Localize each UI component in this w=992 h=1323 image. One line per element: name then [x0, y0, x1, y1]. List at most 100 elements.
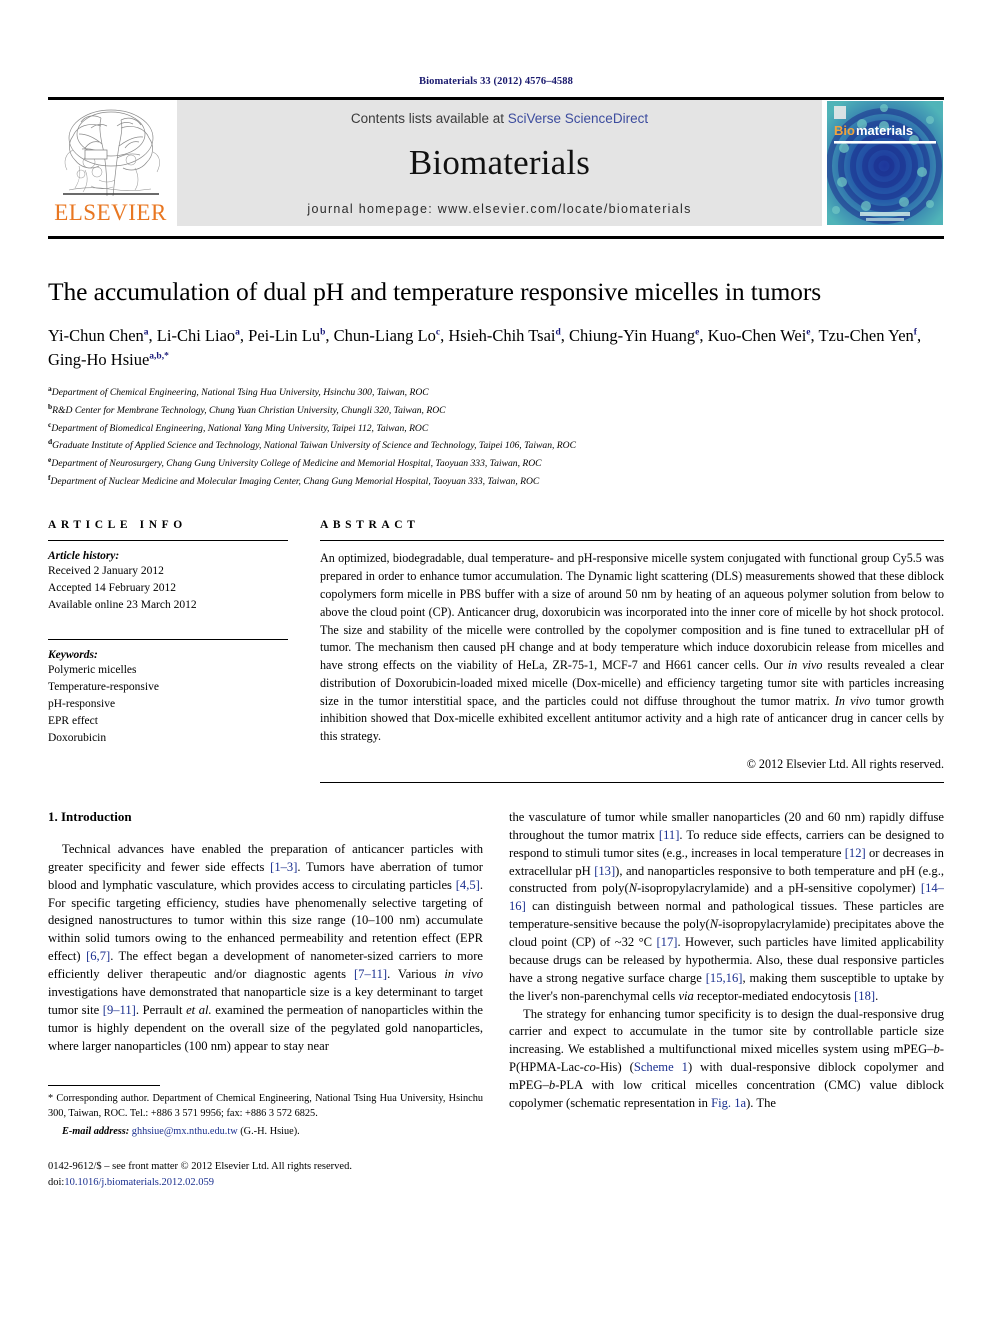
affiliation-item: bR&D Center for Membrane Technology, Chu… [48, 401, 944, 419]
t: receptor-mediated endocytosis [693, 988, 855, 1003]
abstract-italic-1: in vivo [787, 658, 823, 673]
scheme-ref[interactable]: Scheme 1 [634, 1060, 688, 1074]
body-left-column: 1. Introduction Technical advances have … [48, 809, 483, 1191]
article-history-accepted: Accepted 14 February 2012 [48, 582, 177, 595]
abstract-copyright: © 2012 Elsevier Ltd. All rights reserved… [746, 756, 944, 771]
abstract-italic-2: In vivo [834, 693, 871, 708]
keyword-item: Doxorubicin [48, 731, 107, 744]
author-affiliation-marker: a [235, 327, 240, 338]
author-affiliation-marker: a [143, 327, 149, 338]
sciencedirect-link[interactable]: SciVerse ScienceDirect [508, 111, 648, 126]
elsevier-tree-icon [54, 104, 167, 200]
abstract-text: An optimized, biodegradable, dual temper… [320, 550, 944, 745]
author-name: Tzu-Chen Yen [818, 326, 914, 346]
t: . Various [387, 967, 445, 982]
affiliation-list: aDepartment of Chemical Engineering, Nat… [48, 383, 944, 489]
email-owner: (G.-H. Hsiue). [237, 1126, 300, 1138]
journal-banner: Contents lists available at SciVerse Sci… [177, 100, 822, 226]
t: ). The [746, 1095, 776, 1110]
t: N [628, 881, 638, 896]
affiliation-text: Department of Nuclear Medicine and Molec… [50, 475, 540, 487]
intro-paragraph-right-1: the vasculature of tumor while smaller n… [509, 809, 944, 1006]
title-block: The accumulation of dual pH and temperat… [48, 239, 944, 489]
citation-ref[interactable]: [9–11] [103, 1003, 136, 1017]
keyword-item: Temperature-responsive [48, 681, 159, 694]
article-page: Biomaterials 33 (2012) 4576–4588 ELSEVIE… [48, 0, 944, 1323]
keyword-item: EPR effect [48, 714, 98, 727]
article-info-column: ARTICLE INFO Article history: Received 2… [48, 519, 288, 782]
citation-ref[interactable]: [15,16] [706, 971, 743, 985]
t: et al. [186, 1002, 212, 1017]
body-columns: 1. Introduction Technical advances have … [48, 809, 944, 1191]
citation-ref[interactable]: [13] [594, 864, 615, 878]
footnote-block: * Corresponding author. Department of Ch… [48, 1085, 483, 1190]
elsevier-wordmark: ELSEVIER [54, 200, 167, 225]
citation-ref[interactable]: [12] [845, 846, 866, 860]
svg-text:Bio: Bio [834, 123, 855, 138]
email-note: E-mail address: ghhsiue@mx.nthu.edu.tw (… [48, 1125, 483, 1140]
t: -His) ( [595, 1060, 634, 1075]
citation-ref[interactable]: [17] [656, 935, 677, 949]
author-name: Hsieh-Chih Tsai [448, 326, 556, 346]
t: The strategy for enhancing tumor specifi… [509, 1006, 944, 1057]
keyword-item: pH-responsive [48, 697, 116, 710]
article-info-rule [48, 540, 288, 542]
article-info-heading: ARTICLE INFO [48, 519, 187, 532]
citation-ref[interactable]: [6,7] [86, 949, 110, 963]
citation-ref[interactable]: [4,5] [456, 878, 480, 892]
journal-title: Biomaterials [408, 142, 591, 182]
doi-prefix: doi: [48, 1176, 65, 1188]
affiliation-text: Department of Neurosurgery, Chang Gung U… [51, 458, 542, 470]
journal-cover-thumbnail[interactable]: Bio materials [826, 100, 944, 226]
article-history-received: Received 2 January 2012 [48, 565, 164, 578]
intro-paragraph-left: Technical advances have enabled the prep… [48, 841, 483, 1056]
abstract-end-rule [320, 781, 944, 783]
affiliation-text: Graduate Institute of Applied Science an… [52, 440, 576, 452]
author-name: Yi-Chun Chen [48, 326, 144, 346]
affiliation-item: fDepartment of Nuclear Medicine and Mole… [48, 472, 944, 490]
author-affiliation-marker: d [555, 327, 561, 338]
journal-masthead: ELSEVIER Contents lists available at Sci… [48, 100, 944, 226]
citation-ref[interactable]: [18] [854, 989, 875, 1003]
keywords-label: Keywords: [48, 649, 98, 662]
citation-ref[interactable]: [11] [659, 828, 680, 842]
author-name: Ging-Ho Hsiue [48, 349, 150, 369]
author-name: Li-Chi Liao [156, 326, 236, 346]
figure-ref[interactable]: Fig. 1a [711, 1096, 746, 1110]
journal-homepage-link[interactable]: journal homepage: www.elsevier.com/locat… [307, 202, 691, 216]
imprint-line: 0142-9612/$ – see front matter © 2012 El… [48, 1161, 352, 1173]
keyword-item: Polymeric micelles [48, 664, 137, 677]
t: N [709, 917, 719, 932]
author-affiliation-marker: c [435, 327, 441, 338]
author-name: Chun-Liang Lo [333, 326, 436, 346]
author-name: Chiung-Yin Huang [569, 326, 696, 346]
running-head: Biomaterials 33 (2012) 4576–4588 [419, 76, 573, 87]
affiliation-text: Department of Chemical Engineering, Nati… [51, 387, 429, 399]
t: in vivo [444, 967, 483, 982]
affiliation-item: eDepartment of Neurosurgery, Chang Gung … [48, 454, 944, 472]
author-affiliation-marker: e [695, 327, 700, 338]
article-history-online: Available online 23 March 2012 [48, 599, 197, 612]
author-affiliation-marker: b [320, 327, 326, 338]
body-right-column: the vasculature of tumor while smaller n… [509, 809, 944, 1191]
affiliation-text: R&D Center for Membrane Technology, Chun… [52, 405, 446, 417]
affiliation-item: aDepartment of Chemical Engineering, Nat… [48, 383, 944, 401]
affiliation-item: dGraduate Institute of Applied Science a… [48, 436, 944, 454]
svg-text:materials: materials [856, 123, 913, 138]
citation-ref[interactable]: [7–11] [354, 967, 387, 981]
intro-paragraph-right-2: The strategy for enhancing tumor specifi… [509, 1006, 944, 1113]
affiliation-item: cDepartment of Biomedical Engineering, N… [48, 419, 944, 437]
email-link[interactable]: ghhsiue@mx.nthu.edu.tw [132, 1126, 238, 1137]
abstract-column: ABSTRACT An optimized, biodegradable, du… [320, 519, 944, 783]
citation-ref[interactable]: [1–3] [270, 860, 297, 874]
info-abstract-area: ARTICLE INFO Article history: Received 2… [48, 519, 944, 783]
affiliation-text: Department of Biomedical Engineering, Na… [51, 422, 429, 434]
doi-link[interactable]: 10.1016/j.biomaterials.2012.02.059 [64, 1177, 214, 1188]
author-affiliation-marker: e [806, 327, 811, 338]
imprint-block: 0142-9612/$ – see front matter © 2012 El… [48, 1159, 483, 1191]
author-name: Pei-Lin Lu [248, 326, 321, 346]
elsevier-logo: ELSEVIER [48, 100, 173, 226]
t: via [678, 988, 694, 1003]
contents-lists-line: Contents lists available at SciVerse Sci… [351, 111, 648, 126]
